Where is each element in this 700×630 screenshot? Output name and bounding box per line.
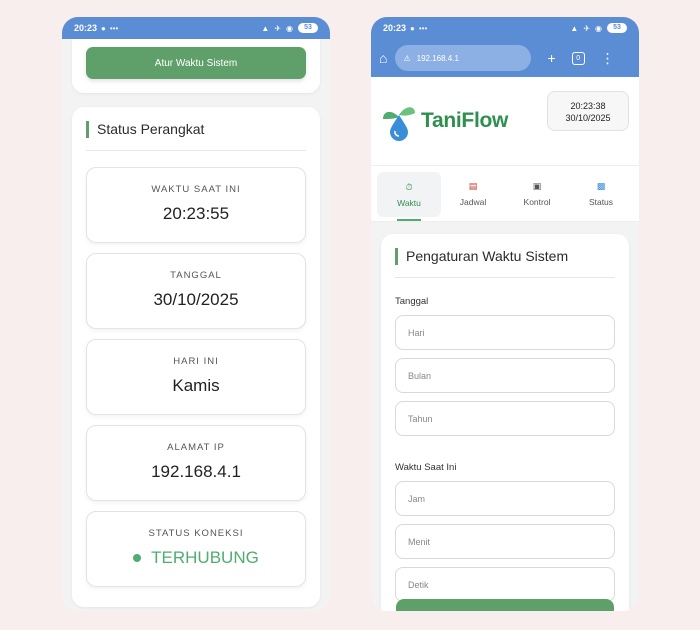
second-input[interactable] — [395, 567, 615, 602]
more-icon: ••• — [418, 23, 428, 33]
section-title: Status Perangkat — [86, 121, 306, 138]
browser-toolbar: ⌂ ⚠ 192.168.4.1 + 0 ⋮ — [371, 39, 639, 77]
wifi-icon: ◉ — [595, 23, 602, 33]
card-label: HARI INI — [173, 356, 219, 367]
hour-input[interactable] — [395, 481, 615, 516]
leaf-drop-icon — [383, 107, 415, 141]
battery-icon: 53 — [298, 23, 318, 33]
time-label: Waktu Saat Ini — [395, 462, 457, 473]
tab-label: Status — [588, 196, 614, 207]
tab-kontrol[interactable]: ▣ Kontrol — [505, 166, 569, 221]
card-value: 192.168.4.1 — [151, 462, 241, 481]
gamepad-icon: ▣ — [532, 180, 542, 191]
twitter-icon: ● — [101, 23, 106, 33]
signal-icon: ▲ — [570, 23, 579, 33]
address-bar[interactable]: ⚠ 192.168.4.1 — [395, 45, 532, 71]
signal-icon: ▲ — [261, 23, 270, 33]
tab-status[interactable]: ▩ Status — [569, 166, 633, 221]
calendar-icon: ▤ — [468, 180, 478, 191]
day-input[interactable] — [395, 315, 615, 350]
twitter-icon: ● — [410, 23, 415, 33]
date-label: Tanggal — [395, 296, 429, 307]
brand-name: TaniFlow — [421, 109, 509, 132]
status-bar: 20:23 ● ••• ▲ ✈ ◉ 53 — [371, 17, 639, 39]
status-bar: 20:23 ● ••• ▲ ✈ ◉ 53 — [62, 17, 330, 39]
date-card: TANGGAL 30/10/2025 — [86, 253, 306, 329]
form-title: Pengaturan Waktu Sistem — [395, 248, 615, 265]
ip-address-card: ALAMAT IP 192.168.4.1 — [86, 425, 306, 501]
card-value: 20:23:55 — [162, 204, 230, 223]
tab-jadwal[interactable]: ▤ Jadwal — [441, 166, 505, 221]
status-time: 20:23 — [383, 23, 407, 33]
save-button[interactable] — [396, 599, 614, 611]
home-icon[interactable]: ⌂ — [379, 51, 387, 65]
current-time-card: WAKTU SAAT INI 20:23:55 — [86, 167, 306, 243]
url-text: 192.168.4.1 — [416, 53, 459, 63]
tab-bar: ⏱ Waktu ▤ Jadwal ▣ Kontrol ▩ Status — [371, 165, 639, 222]
tabs-icon[interactable]: 0 — [571, 51, 585, 65]
tab-waktu[interactable]: ⏱ Waktu — [377, 172, 441, 221]
airplane-icon: ✈ — [583, 23, 591, 33]
more-icon: ••• — [109, 23, 119, 33]
warning-icon: ⚠ — [403, 53, 411, 63]
app-logo: TaniFlow — [381, 101, 508, 141]
day-card: HARI INI Kamis — [86, 339, 306, 415]
tab-label: Waktu — [397, 197, 421, 208]
phone-right: 20:23 ● ••• ▲ ✈ ◉ 53 ⌂ ⚠ 192.168.4.1 + 0… — [371, 17, 639, 611]
clock-time: 20:23:38 — [570, 101, 606, 111]
card-label: STATUS KONEKSI — [148, 528, 244, 539]
phone-left: 20:23 ● ••• ▲ ✈ ◉ 53 Atur Waktu Sistem S… — [62, 17, 330, 611]
clock-date: 30/10/2025 — [565, 113, 611, 123]
device-status-card: Status Perangkat WAKTU SAAT INI 20:23:55… — [72, 107, 320, 607]
month-input[interactable] — [395, 358, 615, 393]
time-settings-card: Pengaturan Waktu Sistem Tanggal Waktu Sa… — [381, 234, 629, 611]
bar-chart-icon: ▩ — [596, 180, 606, 191]
tab-label: Kontrol — [523, 196, 551, 207]
menu-icon[interactable]: ⋮ — [601, 51, 615, 65]
tab-label: Jadwal — [459, 196, 487, 207]
minute-input[interactable] — [395, 524, 615, 559]
card-label: ALAMAT IP — [167, 442, 225, 453]
set-time-card: Atur Waktu Sistem — [72, 39, 320, 93]
divider — [86, 150, 306, 151]
card-label: WAKTU SAAT INI — [151, 184, 241, 195]
status-time: 20:23 — [74, 23, 98, 33]
set-system-time-button[interactable]: Atur Waktu Sistem — [86, 47, 306, 79]
battery-icon: 53 — [607, 23, 627, 33]
connection-status-value: TERHUBUNG — [87, 548, 305, 568]
airplane-icon: ✈ — [274, 23, 282, 33]
connection-status-card: STATUS KONEKSI TERHUBUNG — [86, 511, 306, 587]
stopwatch-icon: ⏱ — [405, 181, 413, 192]
status-dot-icon — [133, 554, 142, 562]
card-value: 30/10/2025 — [153, 290, 239, 309]
header-clock: 20:23:38 30/10/2025 — [547, 91, 629, 131]
new-tab-icon[interactable]: + — [547, 51, 555, 65]
divider — [395, 277, 615, 278]
card-label: TANGGAL — [170, 270, 222, 281]
card-value: Kamis — [172, 376, 220, 395]
year-input[interactable] — [395, 401, 615, 436]
wifi-icon: ◉ — [286, 23, 293, 33]
connection-status-text: TERHUBUNG — [151, 548, 259, 567]
app-header: TaniFlow 20:23:38 30/10/2025 — [371, 77, 639, 165]
